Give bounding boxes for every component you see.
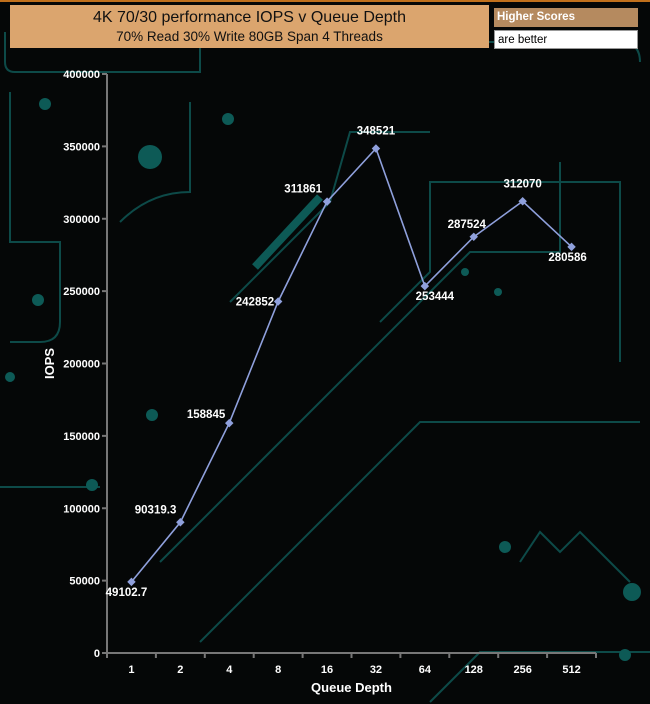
- y-axis-title: IOPS: [42, 348, 57, 379]
- x-tick-label: 2: [177, 664, 183, 676]
- data-label: 311861: [284, 184, 322, 196]
- y-tick-label: 50000: [69, 576, 100, 588]
- x-tick-label: 1: [128, 664, 134, 676]
- data-label: 49102.7: [106, 587, 148, 599]
- y-tick-label: 350000: [63, 141, 100, 153]
- series-line: [130, 146, 573, 583]
- x-tick-label: 128: [465, 664, 483, 676]
- y-tick-label: 100000: [63, 503, 100, 515]
- data-point: [273, 297, 283, 306]
- x-tick-label: 256: [513, 664, 531, 676]
- data-label: 287524: [448, 219, 487, 231]
- x-axis-title: Queue Depth: [311, 680, 392, 695]
- data-label: 348521: [357, 126, 396, 138]
- x-tick-label: 64: [419, 664, 432, 676]
- chart-container: 4K 70/30 performance IOPS v Queue Depth …: [0, 0, 650, 704]
- data-label: 158845: [187, 409, 226, 421]
- y-tick-label: 250000: [63, 286, 100, 298]
- data-label: 280586: [548, 252, 586, 264]
- y-tick-label: 300000: [63, 214, 100, 226]
- x-tick-label: 512: [562, 664, 580, 676]
- y-tick-label: 400000: [63, 69, 100, 81]
- y-tick-label: 0: [94, 648, 100, 660]
- data-label: 90319.3: [135, 504, 177, 516]
- data-label: 242852: [236, 296, 274, 308]
- x-tick-label: 4: [226, 664, 233, 676]
- y-tick-label: 150000: [63, 431, 100, 443]
- data-label: 312070: [503, 178, 541, 190]
- data-label: 253444: [416, 291, 455, 303]
- line-chart: 0 50000 100000 150000 200000 250000 300000 3500…: [42, 69, 597, 695]
- x-tick-label: 16: [321, 664, 333, 676]
- y-tick-label: 200000: [63, 359, 100, 371]
- x-tick-label: 8: [275, 664, 281, 676]
- data-point: [225, 418, 234, 428]
- x-tick-label: 32: [370, 664, 382, 676]
